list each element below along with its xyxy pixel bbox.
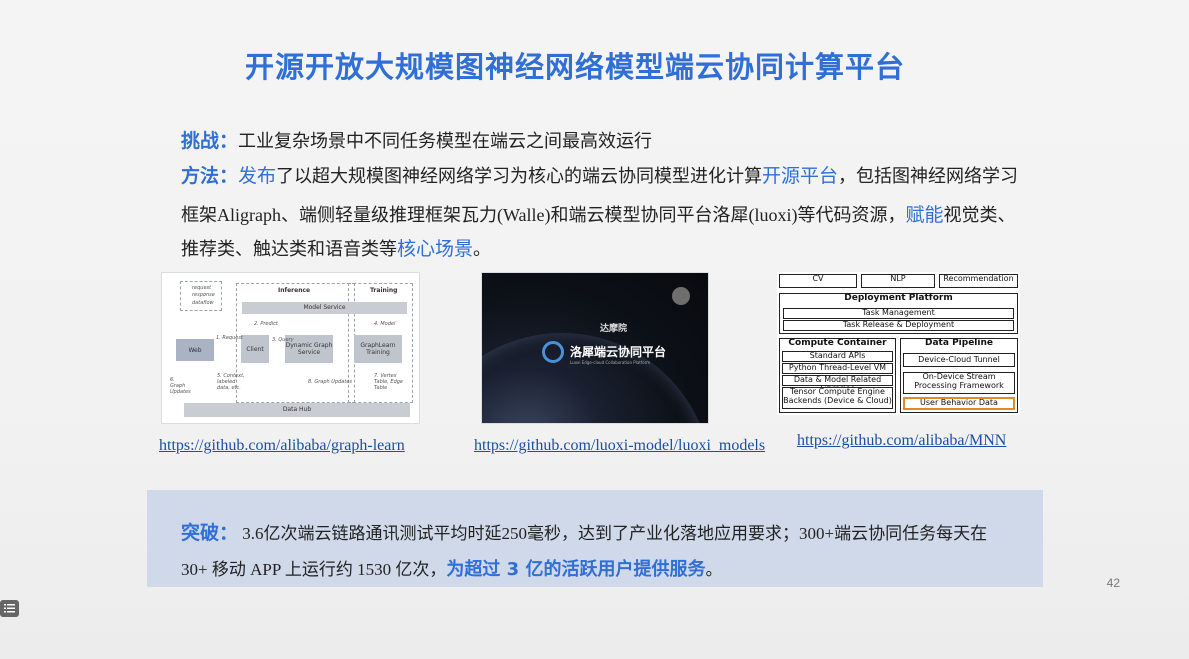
step-3: 3. Query (272, 337, 294, 343)
data-hub-bar: Data Hub (184, 403, 410, 417)
method-text-2a: 框架Aligraph、端侧轻量级推理框架瓦力(Walle)和端云模型协同平台洛犀… (181, 205, 906, 225)
mnn-link[interactable]: https://github.com/alibaba/MNN (797, 432, 1006, 450)
method-highlight-release: 发布 (238, 166, 277, 187)
breakthrough-line-1: 突破： 3.6亿次端云链路通讯测试平均时延250毫秒，达到了产业化落地应用要求；… (181, 518, 987, 545)
graph-learn-architecture-figure: request response dataflow Inference Trai… (161, 272, 420, 424)
method-text-1d: ，包括图神经网络学习 (838, 166, 1019, 186)
challenge-text: 工业复杂场景中不同任务模型在端云之间最高效运行 (238, 131, 653, 151)
step-4: 4. Model (374, 321, 396, 327)
method-highlight-core-scenes: 核心场景 (397, 239, 474, 260)
page-title: 开源开放大规模图神经网络模型端云协同计算平台 (244, 50, 905, 84)
breakthrough-text-1: 3.6亿次端云链路通讯测试平均时延250毫秒，达到了产业化落地应用要求；300+… (242, 524, 988, 543)
step-7: 7. Vertex Table, Edge Table (374, 373, 403, 391)
standard-apis-box: Standard APIs (782, 351, 893, 362)
method-text-3c: 。 (473, 239, 492, 259)
mnn-architecture-figure: CV NLP Recommendation Deployment Platfor… (777, 272, 1020, 415)
luoxi-banner-figure: 达摩院 洛犀端云协同平台 Luoxi Edge-cloud Collaborat… (481, 272, 709, 424)
challenge-line: 挑战：工业复杂场景中不同任务模型在端云之间最高效运行 (181, 126, 652, 153)
training-heading: Training (370, 287, 398, 294)
step-8: 8. Graph Updates (308, 379, 352, 385)
step-5: 5. Context, labeled data, etc. (217, 373, 245, 391)
breakthrough-line-2: 30+ 移动 APP 上运行约 1530 亿次，为超过 3 亿的活跃用户提供服务… (181, 555, 722, 581)
compute-container-heading: Compute Container (788, 338, 887, 348)
method-line-1: 方法：发布了以超大规模图神经网络学习为核心的端云协同模型进化计算开源平台，包括图… (181, 161, 1018, 188)
breakthrough-highlight: 为超过 3 亿的活跃用户提供服务 (446, 559, 706, 580)
tunnel-box: Device-Cloud Tunnel (903, 353, 1015, 367)
slide-menu-icon[interactable] (0, 600, 19, 617)
task-release-box: Task Release & Deployment (783, 320, 1014, 331)
luoxi-models-link[interactable]: https://github.com/luoxi-model/luoxi_mod… (474, 437, 765, 455)
model-service-bar: Model Service (242, 302, 407, 314)
method-line-2: 框架Aligraph、端侧轻量级推理框架瓦力(Walle)和端云模型协同平台洛犀… (181, 200, 1016, 227)
method-text-2c: 视觉类、 (943, 205, 1016, 225)
legend-response: response (192, 292, 215, 298)
method-line-3: 推荐类、触达类和语音类等核心场景。 (181, 234, 491, 261)
method-text-1b: 了以超大规模图神经网络学习为核心的端云协同模型进化计算 (276, 166, 763, 186)
nlp-box: NLP (861, 274, 935, 288)
page-number: 42 (1106, 576, 1120, 590)
step-6: 6. Graph Updates (170, 377, 191, 395)
moon-shape (672, 287, 690, 305)
legend-dataflow: dataflow (192, 300, 214, 306)
breakthrough-label: 突破： (181, 522, 239, 544)
step-1: 1. Request (216, 335, 243, 341)
breakthrough-text-2c: 。 (705, 560, 723, 579)
method-highlight-empower: 赋能 (905, 205, 944, 226)
recommendation-box: Recommendation (939, 274, 1018, 288)
web-node: Web (176, 339, 214, 361)
data-pipeline-heading: Data Pipeline (925, 338, 993, 348)
deployment-platform-heading: Deployment Platform (844, 293, 953, 303)
libraries-box: Data & Model Related Libraries (782, 375, 893, 393)
banner-title: 洛犀端云协同平台 (570, 345, 667, 359)
legend-request: request (192, 285, 212, 291)
tensor-engine-box: Tensor Compute Engine Backends (Device &… (782, 387, 893, 409)
user-behavior-data-box: User Behavior Data (903, 397, 1015, 410)
task-management-box: Task Management (783, 308, 1014, 319)
challenge-label: 挑战： (181, 130, 239, 152)
luoxi-logo-icon (542, 341, 564, 363)
method-text-3a: 推荐类、触达类和语音类等 (181, 239, 397, 259)
python-vm-box: Python Thread-Level VM (782, 363, 893, 374)
inference-heading: Inference (278, 287, 311, 294)
graph-learn-link[interactable]: https://github.com/alibaba/graph-learn (159, 437, 405, 455)
org-logo-text: 达摩院 (600, 324, 628, 334)
method-label: 方法： (181, 165, 239, 187)
client-node: Client (241, 335, 269, 363)
cv-box: CV (779, 274, 857, 288)
method-highlight-open-platform: 开源平台 (762, 166, 839, 187)
stream-box: On-Device Stream Processing Framework (903, 372, 1015, 394)
graphlearn-node: GraphLearn Training (354, 335, 402, 363)
step-2: 2. Predict (254, 321, 278, 327)
breakthrough-text-2a: 30+ 移动 APP 上运行约 1530 亿次， (181, 560, 447, 579)
banner-subtitle: Luoxi Edge-cloud Collaboration Platform (570, 360, 651, 365)
list-icon (4, 604, 15, 613)
